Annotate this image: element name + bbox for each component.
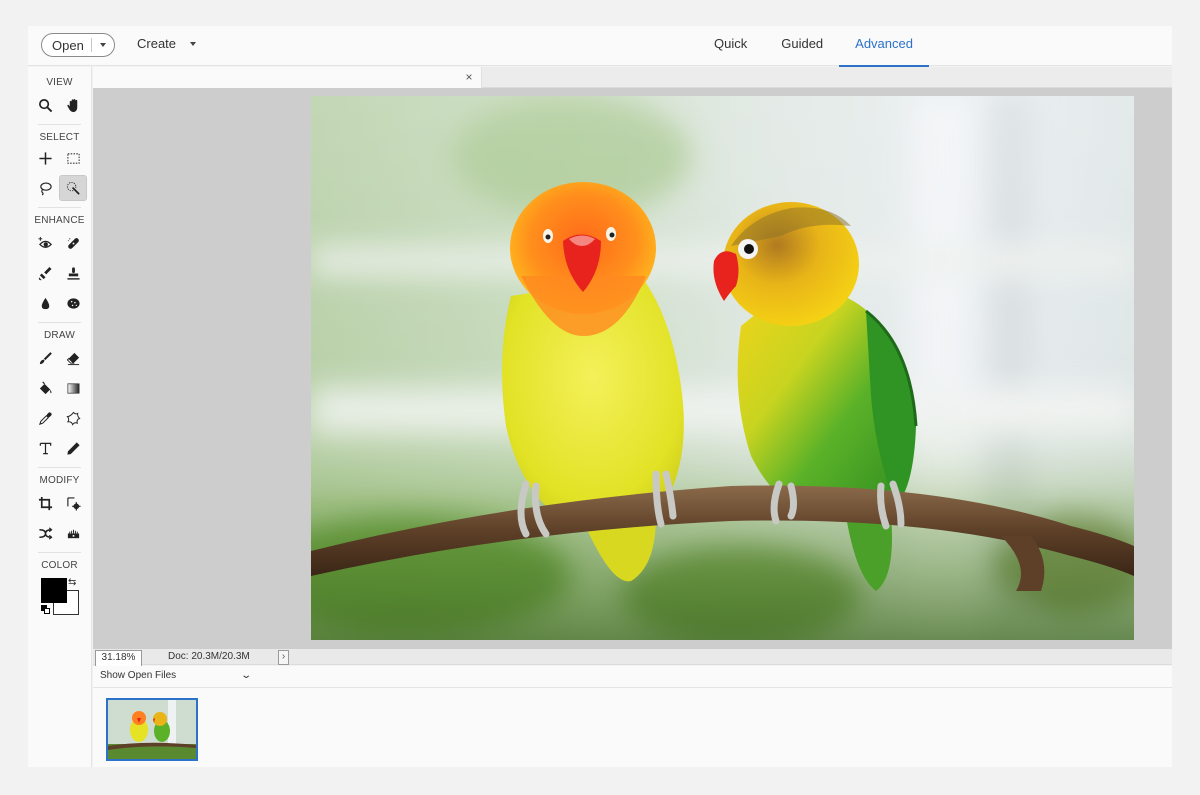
straighten-tool[interactable] [60,520,88,546]
lasso-icon [40,182,52,195]
open-button-label[interactable]: Open [42,38,91,53]
quick-selection-tool[interactable] [59,175,87,201]
section-title-draw: DRAW [44,330,75,341]
divider [38,552,81,553]
custom-shape-tool[interactable] [60,405,88,431]
sponge-icon [67,297,80,309]
swap-colors-icon[interactable]: ⇆ [68,577,76,588]
photo-bin-header: Show Open Files ⌄ [93,666,1172,688]
brush-tool[interactable] [32,345,60,371]
canvas-area [93,88,1172,649]
thumbnail-image [108,700,196,759]
sponge-tool[interactable] [60,290,88,316]
status-menu-arrow-icon[interactable]: › [278,650,289,665]
create-button[interactable]: Create [137,36,197,51]
recompose-icon [67,496,81,511]
divider [38,467,81,468]
recompose-tool[interactable] [60,490,88,516]
tab-guided[interactable]: Guided [765,26,839,66]
quick-selection-icon [66,181,80,195]
top-bar: Open Create Quick Guided Advanced [28,26,1172,67]
section-title-enhance: ENHANCE [34,215,85,226]
photo-bin-selector[interactable]: Show Open Files ⌄ [100,670,252,681]
create-button-label[interactable]: Create [137,36,176,51]
document-tab-strip: × [93,67,1172,88]
spot-healing-tool[interactable] [60,230,88,256]
smart-brush-tool[interactable] [32,260,60,286]
divider [38,322,81,323]
spot-healing-icon [67,237,79,249]
section-title-view: VIEW [46,77,73,88]
section-title-color: COLOR [41,560,78,571]
type-icon [39,442,52,454]
paint-bucket-tool[interactable] [32,375,60,401]
eyedropper-tool[interactable] [32,405,60,431]
type-tool[interactable] [32,435,60,461]
eraser-tool[interactable] [60,345,88,371]
clone-stamp-icon [67,266,80,280]
lovebirds-photo [311,96,1134,640]
section-title-modify: MODIFY [39,475,80,486]
marquee-icon [67,152,80,164]
zoom-icon [39,98,53,112]
color-swatches: ⇆ [40,577,91,621]
tab-quick[interactable]: Quick [701,26,765,66]
gradient-tool[interactable] [60,375,88,401]
hand-tool[interactable] [60,92,88,118]
crop-tool[interactable] [32,490,60,516]
divider [38,207,81,208]
divider [38,124,81,125]
clone-stamp-tool[interactable] [60,260,88,286]
caret-down-icon [190,41,197,46]
marquee-tool[interactable] [60,145,88,171]
document-tab[interactable]: × [93,67,482,88]
gradient-icon [67,382,80,394]
open-button[interactable]: Open [41,33,115,57]
custom-shape-icon [66,411,81,426]
pencil-icon [67,441,80,455]
blur-tool[interactable] [32,290,60,316]
photo-bin-selector-label[interactable]: Show Open Files [100,670,176,681]
default-colors-icon[interactable] [41,605,51,615]
content-aware-move-tool[interactable] [32,520,60,546]
photo-bin-thumbnail[interactable] [106,698,198,761]
red-eye-tool[interactable] [32,230,60,256]
photo-bin [93,688,1172,767]
crop-icon [39,496,53,510]
lasso-tool[interactable] [32,175,59,201]
foreground-color-swatch[interactable] [41,578,67,603]
open-dropdown-button[interactable] [92,43,114,47]
eraser-icon [66,352,79,365]
zoom-tool[interactable] [32,92,60,118]
red-eye-icon [38,236,53,248]
mode-tabs: Quick Guided Advanced [701,26,929,67]
move-tool[interactable] [32,145,60,171]
toolbox: VIEW SELECT ENHANCE DRAW MODIFY COLOR ⇆ [28,67,92,767]
document-image[interactable] [311,96,1134,640]
close-document-icon[interactable]: × [463,69,475,85]
straighten-icon [67,529,79,538]
move-icon [39,151,52,165]
eyedropper-icon [39,411,52,425]
tab-advanced[interactable]: Advanced [839,26,929,67]
zoom-level-field[interactable]: 31.18% [95,650,142,666]
paint-bucket-icon [40,381,52,394]
status-bar: 31.18% Doc: 20.3M/20.3M › [93,649,1172,666]
document-size-info: Doc: 20.3M/20.3M [168,651,250,662]
hand-icon [67,98,77,112]
brush-icon [40,351,53,364]
chevron-down-icon: ⌄ [239,670,252,681]
smart-brush-icon [39,266,52,280]
caret-down-icon [100,43,106,47]
blur-icon [42,297,50,309]
pencil-tool[interactable] [60,435,88,461]
content-aware-move-icon [39,526,53,540]
